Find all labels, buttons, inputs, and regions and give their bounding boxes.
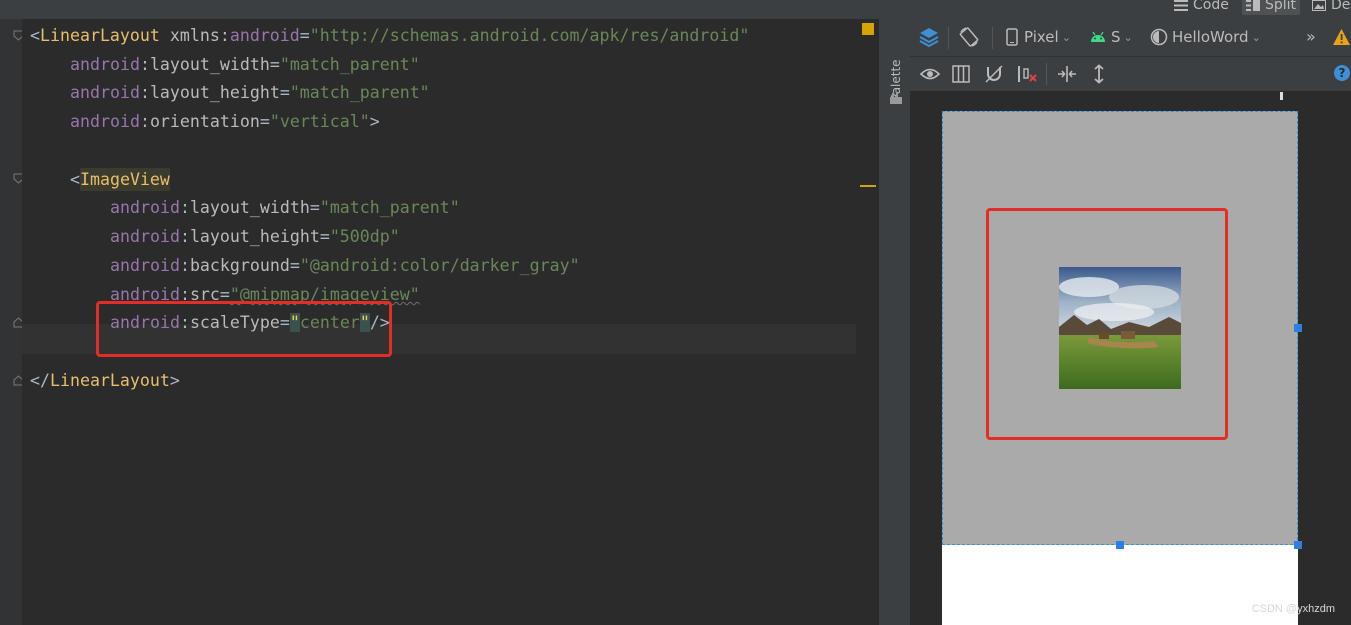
help-button[interactable]: ? [1334, 65, 1350, 81]
split-mode-button[interactable]: Split [1242, 0, 1301, 15]
chevron-down-icon: ⌄ [1061, 30, 1071, 44]
device-selector[interactable]: Pixel ⌄ [1006, 28, 1071, 46]
design-toolbar: Pixel ⌄ S ⌄ HelloWord ⌄ » [910, 19, 1351, 57]
api-level-selector[interactable]: S ⌄ [1090, 28, 1133, 46]
code-mode-button[interactable]: Code [1170, 0, 1233, 15]
design-toolbar-secondary: ? [910, 57, 1351, 92]
chevron-down-icon: ⌄ [1123, 30, 1133, 44]
toolbar-separator [1046, 63, 1047, 85]
hamburger-icon [1174, 0, 1188, 11]
top-toolbar: Code Split De [0, 0, 1351, 19]
theme-label: HelloWord [1172, 28, 1249, 46]
palette-icon[interactable] [889, 91, 903, 105]
resize-handle[interactable] [1294, 541, 1302, 549]
code-line[interactable]: <ImageView [70, 168, 170, 191]
overflow-button[interactable]: » [1306, 27, 1316, 46]
watermark: CSDN @yxhzdm [1251, 603, 1335, 615]
theme-selector[interactable]: HelloWord ⌄ [1150, 28, 1261, 46]
phone-icon [1006, 28, 1018, 46]
clear-constraints-icon[interactable] [1016, 65, 1038, 83]
scroll-indicator[interactable] [1280, 92, 1283, 100]
code-line[interactable]: android:layout_width="match_parent" [70, 55, 420, 75]
rotate-icon[interactable] [958, 26, 980, 48]
code-line[interactable]: android:layout_height="match_parent" [70, 83, 430, 103]
blueprint-icon[interactable] [952, 65, 970, 83]
image-icon [1312, 0, 1326, 11]
split-mode-label: Split [1265, 0, 1297, 13]
pack-vertical-icon[interactable] [1092, 64, 1106, 84]
pack-horizontal-icon[interactable] [1056, 65, 1078, 83]
warning-marker[interactable] [862, 23, 874, 35]
design-canvas[interactable] [910, 92, 1351, 625]
code-line[interactable]: <LinearLayout xmlns:android="http://sche… [30, 26, 749, 46]
code-line[interactable]: android:background="@android:color/darke… [110, 256, 580, 276]
code-line[interactable]: android:orientation="vertical"> [70, 112, 380, 132]
warning-icon[interactable] [1332, 28, 1351, 46]
eye-icon[interactable] [920, 65, 940, 83]
layers-icon[interactable] [918, 26, 940, 48]
palette-strip: Palette [878, 19, 910, 625]
help-label: ? [1338, 66, 1346, 80]
code-line[interactable]: android:layout_height="500dp" [110, 227, 400, 247]
device-preview[interactable] [942, 111, 1302, 625]
code-line[interactable]: </LinearLayout> [30, 371, 180, 391]
code-mode-label: Code [1193, 0, 1229, 13]
resize-handle[interactable] [1116, 541, 1124, 549]
warning-stripe[interactable] [860, 185, 876, 187]
theme-icon [1150, 28, 1168, 46]
design-mode-button[interactable]: De [1308, 0, 1351, 15]
annotation-red-box [96, 301, 392, 357]
editor-marker-strip[interactable] [856, 19, 878, 625]
android-icon [1091, 31, 1105, 42]
split-icon [1246, 0, 1260, 11]
resize-handle[interactable] [1294, 324, 1302, 332]
toolbar-separator [992, 27, 993, 49]
toolbar-separator [948, 27, 949, 49]
design-mode-label: De [1331, 0, 1351, 13]
code-editor[interactable]: <LinearLayout xmlns:android="http://sche… [22, 19, 878, 625]
annotation-red-box [986, 208, 1228, 440]
code-line[interactable]: android:layout_width="match_parent" [110, 198, 460, 218]
device-label: Pixel [1024, 28, 1059, 46]
editor-gutter [0, 19, 24, 625]
api-label: S [1111, 28, 1121, 46]
magnet-off-icon[interactable] [984, 65, 1004, 83]
design-panel: Pixel ⌄ S ⌄ HelloWord ⌄ » ? [910, 19, 1351, 625]
overflow-label: » [1306, 27, 1316, 46]
chevron-down-icon: ⌄ [1251, 30, 1261, 44]
